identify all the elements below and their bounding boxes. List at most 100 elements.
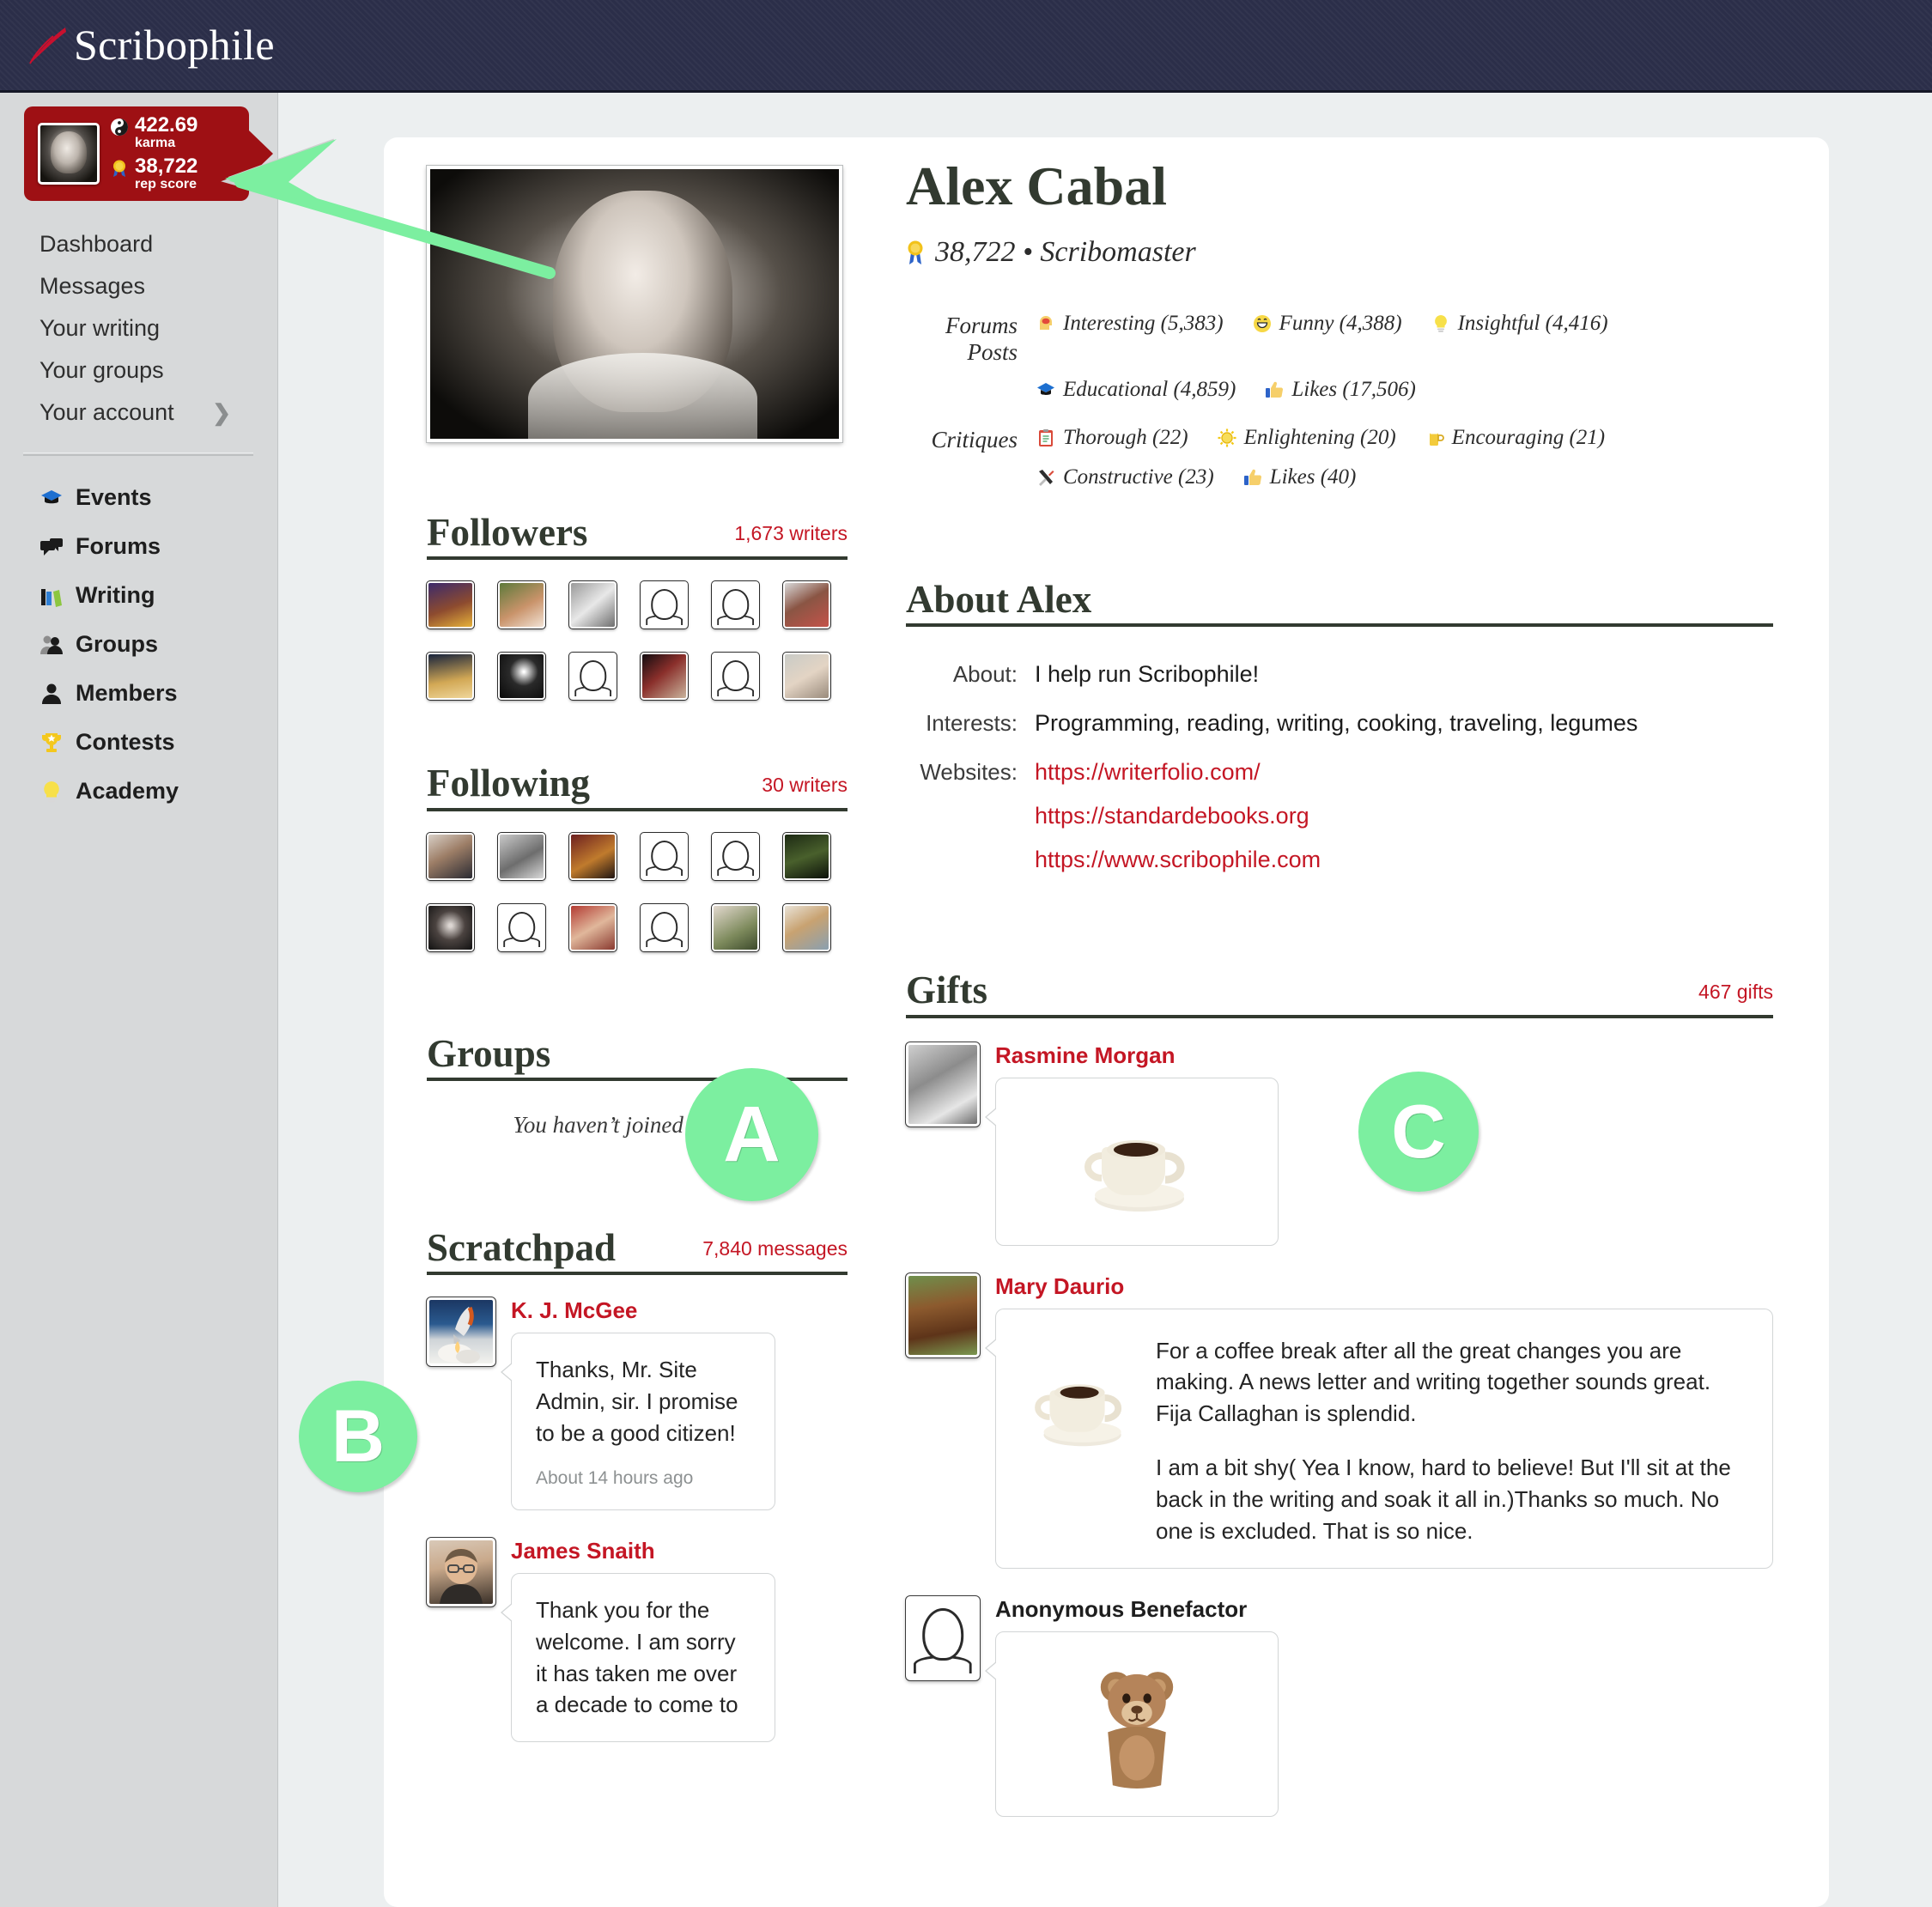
stat-text: Educational (4,859) xyxy=(1063,378,1236,401)
list-item[interactable] xyxy=(782,652,831,701)
list-item[interactable] xyxy=(640,580,689,630)
section-title: Scratchpad xyxy=(427,1225,617,1269)
beer-mug-icon xyxy=(1425,428,1444,447)
scratchpad-bubble: Thanks, Mr. Site Admin, sir. I promise t… xyxy=(501,1333,775,1510)
about-row-about: About: I help run Scribophile! xyxy=(906,661,1773,688)
thumbs-up-icon xyxy=(1243,468,1262,487)
website-link[interactable]: https://writerfolio.com/ xyxy=(1035,759,1321,786)
list-item[interactable] xyxy=(782,580,831,630)
karma-value: 422.69 xyxy=(135,113,198,137)
stat-enlightening[interactable]: Enlightening (20) xyxy=(1218,426,1396,450)
list-item[interactable] xyxy=(497,902,546,952)
list-item[interactable] xyxy=(782,902,831,952)
stat-interesting[interactable]: Interesting (5,383) xyxy=(1036,312,1224,336)
stat-likes-forums[interactable]: Likes (17,506) xyxy=(1265,378,1416,402)
list-item[interactable] xyxy=(568,902,617,952)
gift-sender[interactable]: Rasmine Morgan xyxy=(995,1042,1773,1069)
stat-constructive[interactable]: Constructive (23) xyxy=(1036,465,1214,489)
sidebar-item-groups[interactable]: Groups xyxy=(0,620,278,669)
sidebar-item-your-writing[interactable]: Your writing xyxy=(0,307,278,349)
trophy-icon xyxy=(39,731,64,755)
sidebar-item-dashboard[interactable]: Dashboard xyxy=(0,223,278,265)
list-item[interactable] xyxy=(568,831,617,881)
list-item[interactable] xyxy=(426,580,475,630)
about-key: Websites: xyxy=(920,759,1018,786)
about-value: Programming, reading, writing, cooking, … xyxy=(1035,710,1638,737)
gift-text: For a coffee break after all the great c… xyxy=(1156,1337,1711,1427)
lightbulb-icon xyxy=(39,780,64,804)
list-item[interactable] xyxy=(568,580,617,630)
list-item[interactable] xyxy=(640,652,689,701)
gift-sender[interactable]: Mary Daurio xyxy=(995,1273,1773,1300)
grey-photo-avatar[interactable] xyxy=(905,1041,981,1127)
scratchpad-count[interactable]: 7,840 messages xyxy=(702,1237,848,1268)
stat-group-label: Critiques xyxy=(931,427,1018,452)
sidebar-primary-nav: Dashboard Messages Your writing Your gro… xyxy=(0,223,278,434)
sidebar-item-label: Academy xyxy=(76,778,179,804)
sidebar-item-writing[interactable]: Writing xyxy=(0,571,278,620)
stat-text: Interesting (5,383) xyxy=(1063,312,1224,335)
sidebar-item-label: Contests xyxy=(76,729,175,755)
avatar xyxy=(38,123,100,185)
sidebar-item-contests[interactable]: Contests xyxy=(0,718,278,767)
sidebar-item-forums[interactable]: Forums xyxy=(0,522,278,571)
stat-educational[interactable]: Educational (4,859) xyxy=(1036,378,1236,402)
scratchpad-author[interactable]: James Snaith xyxy=(511,1538,848,1564)
sidebar-item-messages[interactable]: Messages xyxy=(0,265,278,307)
gifts-count[interactable]: 467 gifts xyxy=(1698,981,1773,1011)
sidebar-item-label: Your groups xyxy=(39,357,164,383)
about-key: About: xyxy=(952,661,1018,688)
list-item[interactable] xyxy=(497,652,546,701)
about-websites: https://writerfolio.com/ https://standar… xyxy=(1035,759,1321,873)
list-item[interactable] xyxy=(711,652,760,701)
page-title: Alex Cabal xyxy=(906,155,1167,216)
stat-thorough[interactable]: Thorough (22) xyxy=(1036,426,1188,450)
followers-count[interactable]: 1,673 writers xyxy=(734,522,848,553)
list-item[interactable] xyxy=(497,831,546,881)
stat-group-forums-posts: Forums Posts Interesting (5,383) Funny (… xyxy=(906,312,1773,366)
following-header: Following 30 writers xyxy=(427,762,848,811)
list-item[interactable] xyxy=(782,831,831,881)
sidebar-item-your-groups[interactable]: Your groups xyxy=(0,349,278,392)
list-item[interactable] xyxy=(426,652,475,701)
scratchpad-author[interactable]: K. J. McGee xyxy=(511,1297,848,1324)
list-item[interactable] xyxy=(497,580,546,630)
karma-label: karma xyxy=(135,136,176,151)
stat-funny[interactable]: Funny (4,388) xyxy=(1253,312,1402,336)
rep-score-value: 38,722 xyxy=(135,154,198,178)
rocket-launch-avatar[interactable] xyxy=(426,1297,496,1367)
stat-likes-critiques[interactable]: Likes (40) xyxy=(1243,465,1356,489)
profile-photo[interactable] xyxy=(426,165,843,443)
list-item[interactable] xyxy=(711,902,760,952)
scratchpad-section: Scratchpad 7,840 messages K. J. McGee Th… xyxy=(426,1225,848,1743)
stat-insightful[interactable]: Insightful (4,416) xyxy=(1431,312,1608,336)
website-link[interactable]: https://www.scribophile.com xyxy=(1035,847,1321,873)
list-item[interactable] xyxy=(711,831,760,881)
sidebar-item-events[interactable]: Events xyxy=(0,473,278,522)
list-item[interactable] xyxy=(426,831,475,881)
sidebar-item-academy[interactable]: Academy xyxy=(0,767,278,816)
user-score-badge[interactable]: 422.69 karma 38,722 rep score xyxy=(24,106,273,201)
stat-encouraging[interactable]: Encouraging (21) xyxy=(1425,426,1605,450)
slash-quill-icon xyxy=(24,26,70,65)
sidebar-item-your-account[interactable]: Your account ❯ xyxy=(0,392,278,434)
list-item[interactable] xyxy=(640,902,689,952)
following-count[interactable]: 30 writers xyxy=(762,774,848,805)
website-link[interactable]: https://standardebooks.org xyxy=(1035,803,1321,829)
list-item[interactable] xyxy=(711,580,760,630)
grinning-face-icon xyxy=(1253,314,1272,333)
about-row-interests: Interests: Programming, reading, writing… xyxy=(906,710,1773,737)
about-row-websites: Websites: https://writerfolio.com/ https… xyxy=(906,759,1773,873)
horse-rider-avatar[interactable] xyxy=(905,1272,981,1358)
rep-score-label: rep score xyxy=(135,176,197,191)
list-item[interactable] xyxy=(426,902,475,952)
list-item[interactable] xyxy=(640,831,689,881)
list-item[interactable] xyxy=(568,652,617,701)
site-logo[interactable]: Scribophile xyxy=(24,23,275,67)
person-icon xyxy=(39,682,64,706)
teddy-bear-icon xyxy=(1064,1651,1210,1797)
avatar-placeholder[interactable] xyxy=(905,1594,981,1681)
sidebar-item-members[interactable]: Members xyxy=(0,669,278,718)
stat-text: Enlightening (20) xyxy=(1243,426,1396,449)
man-glasses-avatar[interactable] xyxy=(426,1536,496,1607)
